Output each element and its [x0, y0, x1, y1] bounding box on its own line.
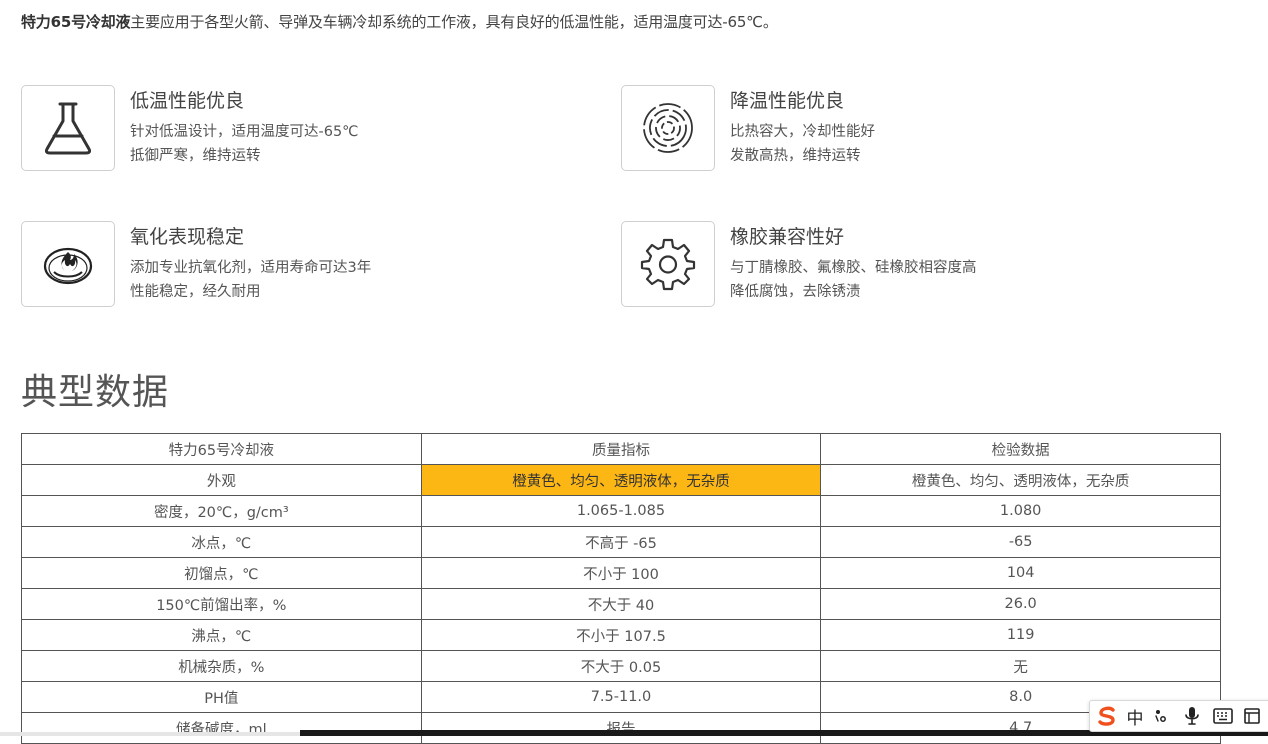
- feature-desc-line1: 比热容大，冷却性能好: [730, 124, 875, 140]
- feature-rubber-compat: 橡胶兼容性好 与丁腈橡胶、氟橡胶、硅橡胶相容度高 降低腐蚀，去除锈渍: [621, 221, 1181, 311]
- feature-desc-line1: 针对低温设计，适用温度可达-65℃: [130, 124, 359, 140]
- table-cell-spec: 不高于 -65: [420, 526, 822, 558]
- feature-oxidation: 氧化表现稳定 添加专业抗氧化剂，适用寿命可达3年 性能稳定，经久耐用: [21, 221, 581, 311]
- feature-title: 降温性能优良: [730, 90, 845, 112]
- feature-cooling: 降温性能优良 比热容大，冷却性能好 发散高热，维持运转: [621, 85, 1181, 175]
- table-row: 沸点，℃ 不小于 107.5 119: [21, 619, 1221, 651]
- feature-icon-box: [21, 221, 115, 307]
- table-row: PH值 7.5-11.0 8.0: [21, 681, 1221, 713]
- table-row: 150℃前馏出率，% 不大于 40 26.0: [21, 588, 1221, 620]
- feature-title: 低温性能优良: [130, 90, 245, 112]
- table-cell-result: 104: [820, 557, 1221, 589]
- table-header-cell: 特力65号冷却液: [21, 433, 422, 465]
- table-row: 机械杂质，% 不大于 0.05 无: [21, 650, 1221, 682]
- table-cell-item: 密度，20℃，g/cm³: [21, 495, 422, 527]
- table-cell-item: PH值: [21, 681, 422, 713]
- table-cell-item: 储备碱度，ml: [21, 712, 422, 744]
- feature-icon-box: [621, 85, 715, 171]
- table-cell-item: 沸点，℃: [21, 619, 422, 651]
- table-cell-spec-highlighted: 橙黄色、均匀、透明液体，无杂质: [420, 464, 822, 496]
- punctuation-icon[interactable]: [1146, 701, 1176, 731]
- table-cell-result: -65: [820, 526, 1221, 558]
- feature-desc-line2: 抵御严寒，维持运转: [130, 148, 261, 164]
- flask-icon: [44, 102, 92, 155]
- intro-text: 主要应用于各型火箭、导弹及车辆冷却系统的工作液，具有良好的低温性能，适用温度可达…: [130, 13, 778, 31]
- table-row: 密度，20℃，g/cm³ 1.065-1.085 1.080: [21, 495, 1221, 527]
- table-cell-result: 1.080: [820, 495, 1221, 527]
- table-cell-result: 119: [820, 619, 1221, 651]
- table-cell-spec: 报告: [420, 712, 822, 744]
- feature-title: 氧化表现稳定: [130, 226, 245, 248]
- intro-paragraph: 特力65号冷却液主要应用于各型火箭、导弹及车辆冷却系统的工作液，具有良好的低温性…: [21, 11, 778, 32]
- table-cell-spec: 不大于 0.05: [420, 650, 822, 682]
- table-cell-item: 外观: [21, 464, 422, 496]
- feature-desc-line2: 降低腐蚀，去除锈渍: [730, 284, 861, 300]
- table-row: 外观 橙黄色、均匀、透明液体，无杂质 橙黄色、均匀、透明液体，无杂质: [21, 464, 1221, 496]
- table-row: 初馏点，℃ 不小于 100 104: [21, 557, 1221, 589]
- sogou-logo-icon[interactable]: [1090, 701, 1124, 731]
- keyboard-icon[interactable]: [1208, 701, 1238, 731]
- table-cell-item: 初馏点，℃: [21, 557, 422, 589]
- feature-icon-box: [621, 221, 715, 307]
- microphone-icon[interactable]: [1176, 701, 1208, 731]
- section-title-typical-data: 典型数据: [21, 372, 170, 413]
- table-cell-spec: 不小于 100: [420, 557, 822, 589]
- table-cell-item: 150℃前馏出率，%: [21, 588, 422, 620]
- spec-table: 特力65号冷却液 质量指标 检验数据 外观 橙黄色、均匀、透明液体，无杂质 橙黄…: [21, 433, 1221, 744]
- table-cell-result: 橙黄色、均匀、透明液体，无杂质: [820, 464, 1221, 496]
- table-row: 冰点，℃ 不高于 -65 -65: [21, 526, 1221, 558]
- horizontal-scrollbar-track[interactable]: [0, 732, 300, 736]
- feature-low-temp: 低温性能优良 针对低温设计，适用温度可达-65℃ 抵御严寒，维持运转: [21, 85, 581, 175]
- feature-desc-line2: 发散高热，维持运转: [730, 148, 861, 164]
- table-header-cell: 检验数据: [820, 433, 1221, 465]
- concentric-circles-icon: [643, 103, 693, 153]
- feature-desc-line1: 添加专业抗氧化剂，适用寿命可达3年: [130, 260, 372, 276]
- table-cell-result: 26.0: [820, 588, 1221, 620]
- feature-icon-box: [21, 85, 115, 171]
- feature-title: 橡胶兼容性好: [730, 226, 845, 248]
- flame-dish-icon: [43, 247, 93, 285]
- ime-toolbar[interactable]: 中: [1089, 700, 1268, 732]
- table-cell-spec: 7.5-11.0: [420, 681, 822, 713]
- table-cell-spec: 不大于 40: [420, 588, 822, 620]
- gear-icon: [640, 238, 696, 291]
- intro-product-name: 特力65号冷却液: [21, 13, 131, 31]
- table-cell-spec: 1.065-1.085: [420, 495, 822, 527]
- feature-desc-line1: 与丁腈橡胶、氟橡胶、硅橡胶相容度高: [730, 260, 977, 276]
- table-cell-item: 冰点，℃: [21, 526, 422, 558]
- table-cell-item: 机械杂质，%: [21, 650, 422, 682]
- table-cell-spec: 不小于 107.5: [420, 619, 822, 651]
- table-header-row: 特力65号冷却液 质量指标 检验数据: [21, 433, 1221, 465]
- table-cell-result: 无: [820, 650, 1221, 682]
- table-row: 储备碱度，ml 报告 4.7: [21, 712, 1221, 744]
- more-icon[interactable]: [1238, 701, 1266, 731]
- feature-desc-line2: 性能稳定，经久耐用: [130, 284, 261, 300]
- ime-mode-toggle[interactable]: 中: [1124, 701, 1146, 731]
- table-header-cell: 质量指标: [420, 433, 822, 465]
